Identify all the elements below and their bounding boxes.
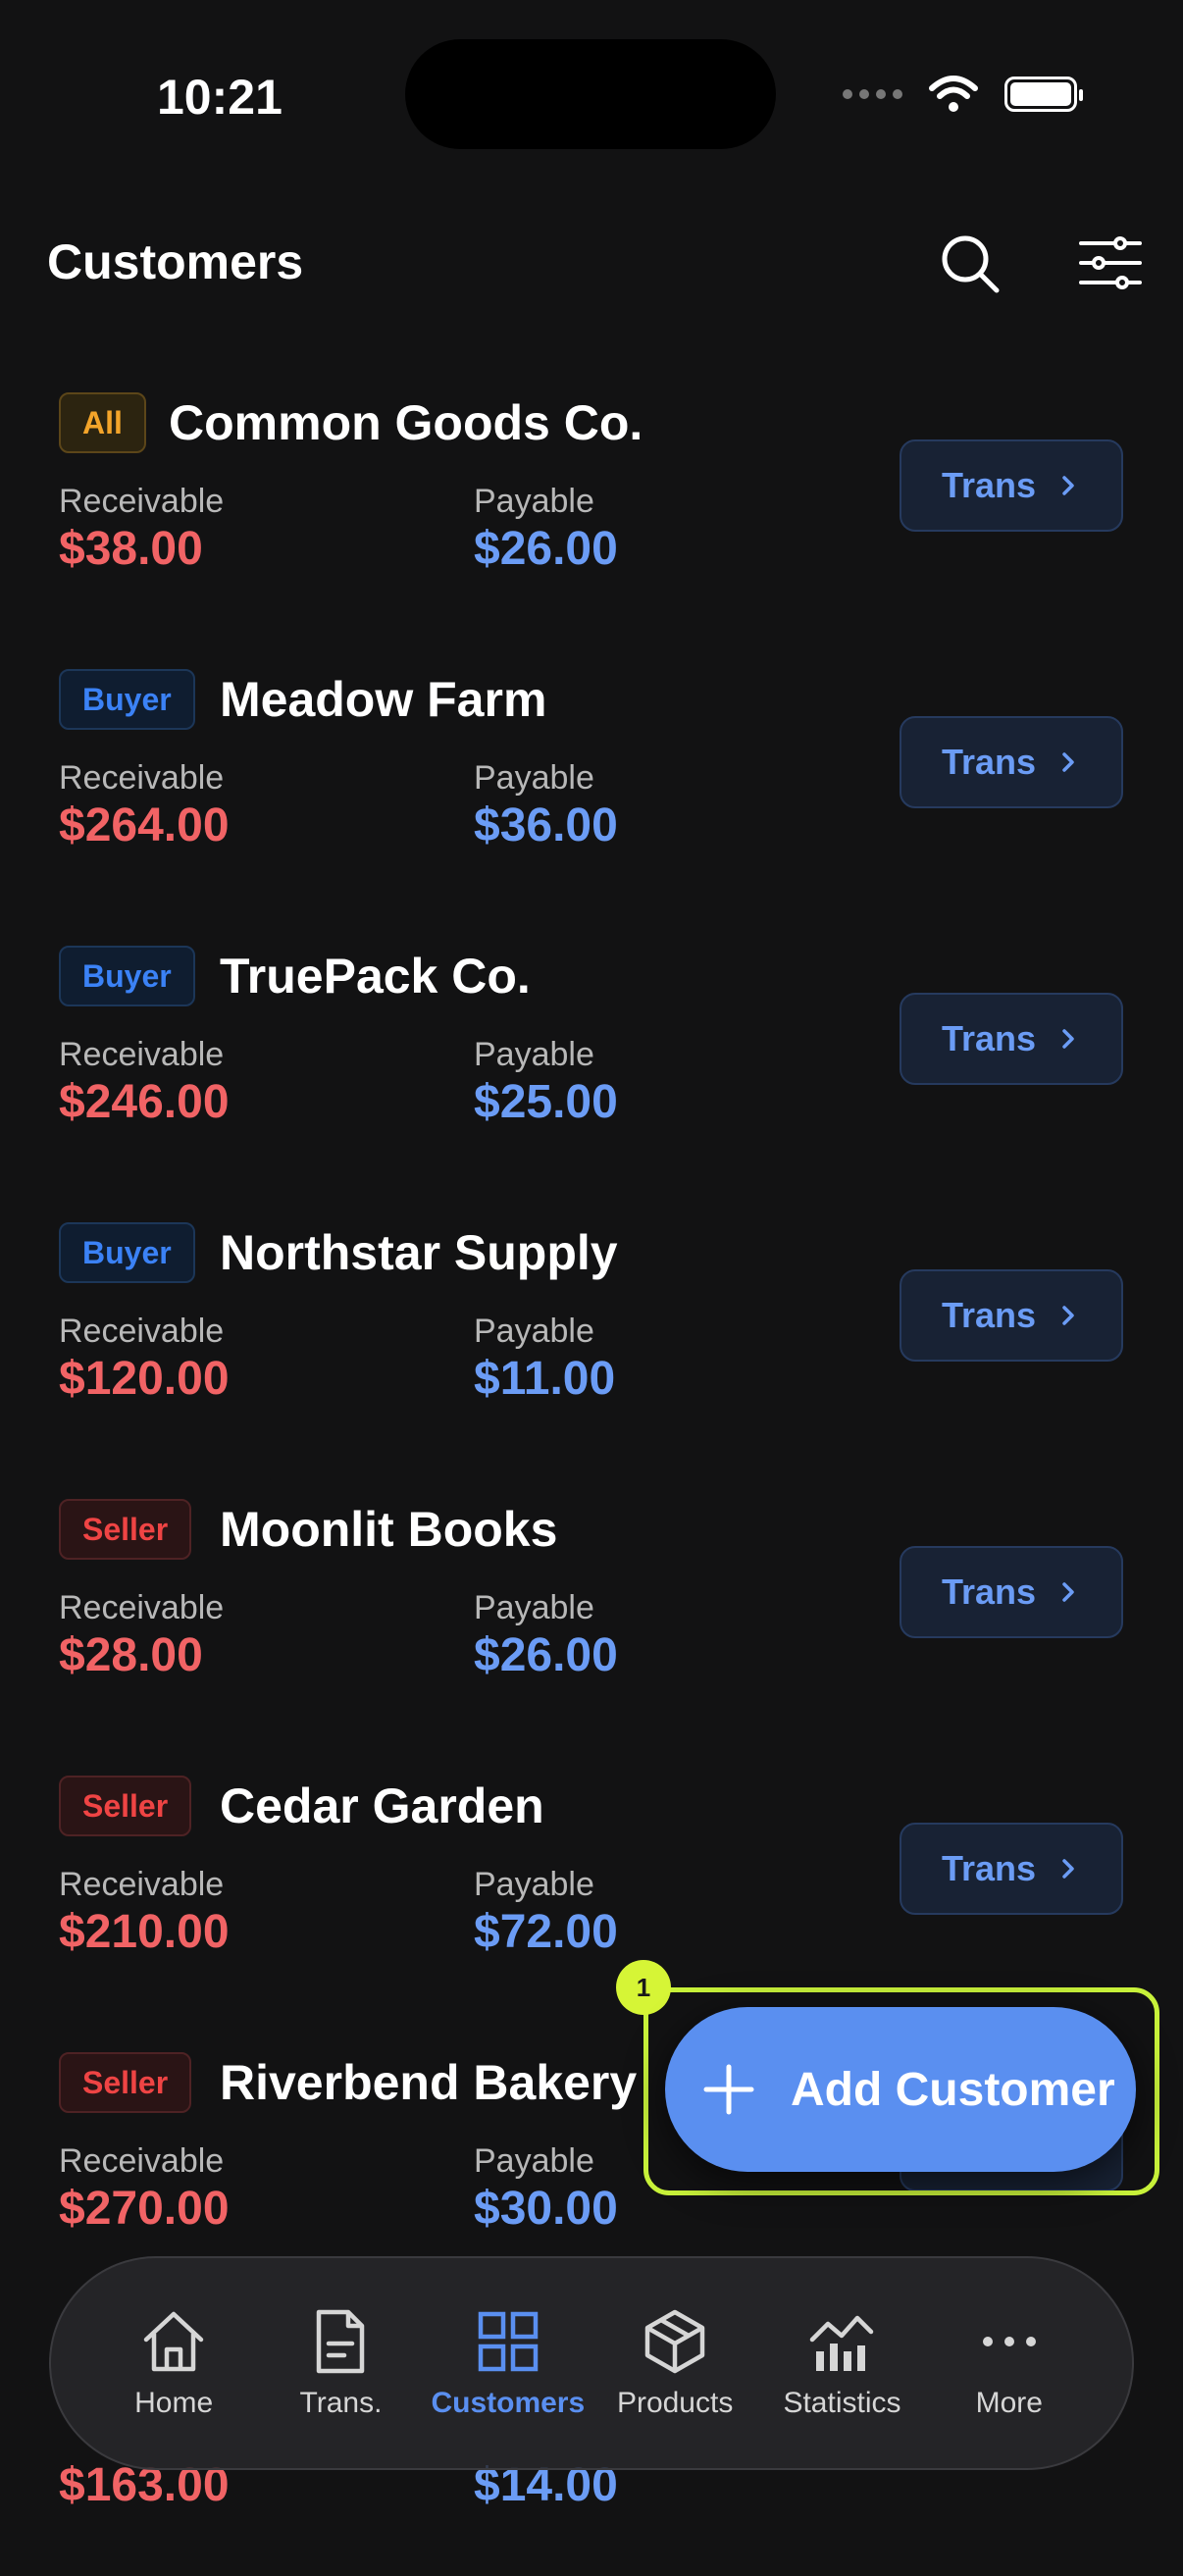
nav-customers[interactable]: Customers <box>425 2306 592 2420</box>
customer-name: Meadow Farm <box>220 672 547 727</box>
nav-label: Customers <box>431 2387 586 2419</box>
chevron-right-icon <box>1062 752 1074 772</box>
chart-icon <box>810 2315 874 2371</box>
payable-amount: $72.00 <box>474 1906 618 1958</box>
customer-row[interactable]: Seller Moonlit Books Receivable Payable … <box>0 1469 1183 1746</box>
page-title: Customers <box>47 234 304 289</box>
payable-amount: $11.00 <box>474 1353 616 1405</box>
bottom-nav: Home Trans. Customers Products Statistic… <box>49 2256 1134 2470</box>
status-time: 10:21 <box>157 70 283 125</box>
payable-amount: $26.00 <box>474 1629 618 1681</box>
trans-button[interactable]: Trans <box>900 716 1123 808</box>
dynamic-island <box>405 39 776 149</box>
type-badge: All <box>59 392 146 453</box>
trans-label: Trans <box>941 742 1037 782</box>
customer-row[interactable]: Seller Cedar Garden Receivable Payable $… <box>0 1746 1183 2023</box>
trans-label: Trans <box>941 465 1037 505</box>
chevron-right-icon <box>1062 1306 1074 1325</box>
more-icon <box>982 2337 1036 2346</box>
type-badge: Buyer <box>59 946 195 1006</box>
payable-amount: $25.00 <box>474 1076 618 1128</box>
document-icon <box>317 2309 365 2374</box>
receivable-label: Receivable <box>59 1866 225 1903</box>
customer-row[interactable]: Buyer Northstar Supply Receivable Payabl… <box>0 1193 1183 1469</box>
status-icons <box>843 75 1083 114</box>
customer-name: Cedar Garden <box>220 1778 544 1833</box>
trans-button[interactable]: Trans <box>900 439 1123 532</box>
trans-button[interactable]: Trans <box>900 993 1123 1085</box>
type-badge: Buyer <box>59 669 195 730</box>
chevron-right-icon <box>1062 1582 1074 1602</box>
nav-label: Trans. <box>299 2387 383 2419</box>
customer-name: TruePack Co. <box>220 949 531 1004</box>
customer-row[interactable]: All Common Goods Co. Receivable Payable … <box>0 363 1183 640</box>
customer-row[interactable]: Buyer TruePack Co. Receivable Payable $2… <box>0 916 1183 1193</box>
nav-trans[interactable]: Trans. <box>257 2306 424 2420</box>
home-icon <box>143 2311 204 2372</box>
plus-icon <box>703 2064 754 2115</box>
trans-button[interactable]: Trans <box>900 1546 1123 1638</box>
receivable-amount: $210.00 <box>59 1906 230 1958</box>
payable-amount: $36.00 <box>474 799 618 851</box>
receivable-amount: $38.00 <box>59 523 203 575</box>
customer-name: Common Goods Co. <box>169 395 643 450</box>
payable-label: Payable <box>474 2142 594 2180</box>
customer-list: All Common Goods Co. Receivable Payable … <box>0 363 1183 2576</box>
receivable-label: Receivable <box>59 1313 225 1350</box>
search-icon[interactable] <box>934 228 1004 298</box>
receivable-label: Receivable <box>59 1036 225 1073</box>
payable-label: Payable <box>474 1313 594 1350</box>
type-badge: Seller <box>59 1776 192 1836</box>
receivable-amount: $264.00 <box>59 799 230 851</box>
annotation-marker: 1 <box>616 1960 671 2015</box>
nav-products[interactable]: Products <box>592 2306 758 2420</box>
signal-icon <box>843 89 902 99</box>
receivable-amount: $246.00 <box>59 1076 230 1128</box>
receivable-amount: $28.00 <box>59 1629 203 1681</box>
wifi-icon <box>929 76 978 112</box>
trans-button[interactable]: Trans <box>900 1269 1123 1362</box>
chevron-right-icon <box>1062 1859 1074 1879</box>
receivable-label: Receivable <box>59 2142 225 2180</box>
customer-row[interactable]: Buyer Meadow Farm Receivable Payable $26… <box>0 640 1183 916</box>
nav-home[interactable]: Home <box>90 2306 257 2420</box>
receivable-amount: $270.00 <box>59 2183 230 2235</box>
receivable-amount: $120.00 <box>59 1353 230 1405</box>
trans-button[interactable]: Trans <box>900 1823 1123 1915</box>
customer-name: Riverbend Bakery <box>220 2055 638 2110</box>
type-badge: Buyer <box>59 1222 195 1283</box>
add-customer-button[interactable]: Add Customer <box>665 2007 1136 2172</box>
nav-label: Home <box>134 2387 214 2419</box>
nav-label: Statistics <box>783 2387 901 2419</box>
nav-label: More <box>975 2387 1043 2419</box>
box-icon <box>644 2309 705 2374</box>
customer-name: Moonlit Books <box>220 1502 558 1557</box>
payable-amount: $30.00 <box>474 2183 618 2235</box>
add-customer-label: Add Customer <box>791 2063 1115 2116</box>
nav-label: Products <box>616 2387 734 2419</box>
payable-label: Payable <box>474 483 594 520</box>
type-badge: Seller <box>59 1499 192 1560</box>
payable-amount: $26.00 <box>474 523 618 575</box>
customer-name: Northstar Supply <box>220 1225 618 1280</box>
sliders-icon[interactable] <box>1075 228 1146 298</box>
payable-label: Payable <box>474 759 594 797</box>
trans-label: Trans <box>941 1018 1037 1058</box>
receivable-label: Receivable <box>59 759 225 797</box>
nav-more[interactable]: More <box>926 2306 1093 2420</box>
trans-label: Trans <box>941 1295 1037 1335</box>
receivable-label: Receivable <box>59 1589 225 1626</box>
chevron-right-icon <box>1062 1029 1074 1049</box>
battery-icon <box>1004 77 1083 112</box>
nav-statistics[interactable]: Statistics <box>758 2306 925 2420</box>
type-badge: Seller <box>59 2052 192 2113</box>
chevron-right-icon <box>1062 476 1074 495</box>
payable-label: Payable <box>474 1036 594 1073</box>
payable-label: Payable <box>474 1866 594 1903</box>
trans-label: Trans <box>941 1848 1037 1888</box>
grid-icon <box>478 2311 539 2372</box>
trans-label: Trans <box>941 1571 1037 1612</box>
payable-label: Payable <box>474 1589 594 1626</box>
receivable-label: Receivable <box>59 483 225 520</box>
